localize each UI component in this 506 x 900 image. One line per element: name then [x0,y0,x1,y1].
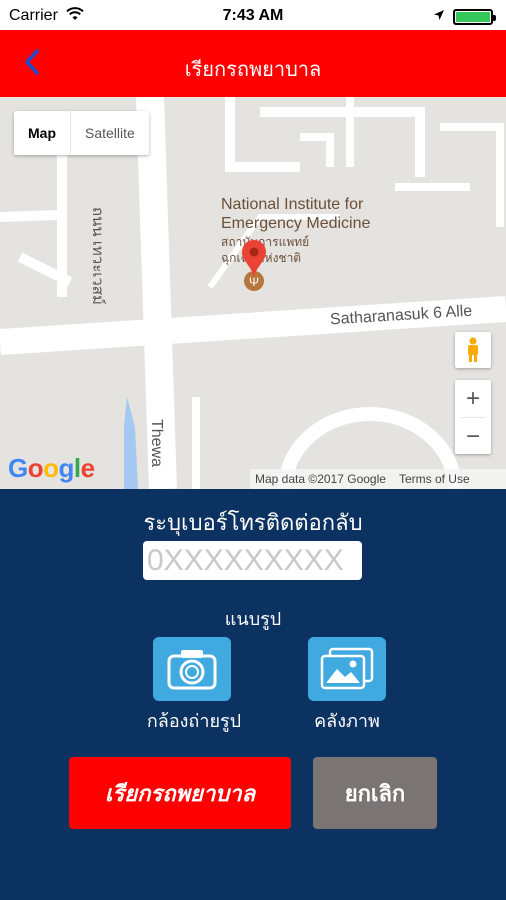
pegman-icon [468,337,478,362]
gallery-label: คลังภาพ [314,711,380,732]
status-bar: Carrier 7:43 AM [0,0,506,30]
camera-button[interactable] [153,637,231,701]
poi-name-line2: Emergency Medicine [221,215,371,232]
poi-name-line1: National Institute for [221,196,364,213]
clock: 7:43 AM [222,7,284,24]
poi-name: National Institute for Emergency Medicin… [221,195,370,233]
zoom-in-button[interactable]: + [455,380,491,417]
google-logo: Google [8,453,95,483]
camera-label: กล้องถ่ายรูป [146,711,242,732]
call-ambulance-button[interactable]: เรียกรถพยาบาล [69,757,291,829]
street-label-vertical-thai: ถนน เทวะเวสม์ [89,207,106,305]
map-type-control: Map Satellite [14,111,149,155]
zoom-out-button[interactable]: − [455,418,491,455]
street-label-thewa: Thewa [148,419,165,468]
map-view[interactable]: Map Satellite National Institute for Eme… [0,97,506,489]
map-attribution: Map data ©2017 Google Terms of Use [250,469,506,489]
street-view-pegman-button[interactable] [455,332,491,368]
camera-icon [167,650,217,690]
callback-form: ระบุเบอร์โทรติดต่อกลับ แนบรูป กล้องถ่ายร… [0,489,506,900]
phone-label: ระบุเบอร์โทรติดต่อกลับ [143,511,363,536]
location-arrow-icon [434,10,444,20]
battery-icon [453,9,496,25]
terms-of-use-link[interactable]: Terms of Use [391,472,475,486]
page-title: เรียกรถพยาบาล [184,57,322,81]
map-data-text: Map data ©2017 Google [255,472,386,486]
map-marker-icon[interactable]: Ψ [238,239,270,299]
nav-bar: เรียกรถพยาบาล [0,30,506,97]
map-type-map-button[interactable]: Map [14,111,71,155]
phone-number-input[interactable] [143,541,362,580]
gallery-button[interactable] [308,637,386,701]
map-type-satellite-button[interactable]: Satellite [71,111,149,155]
cancel-button[interactable]: ยกเลิก [313,757,437,829]
gallery-icon [320,647,374,690]
attach-photo-label: แนบรูป [224,609,282,630]
zoom-control: + − [455,380,491,454]
